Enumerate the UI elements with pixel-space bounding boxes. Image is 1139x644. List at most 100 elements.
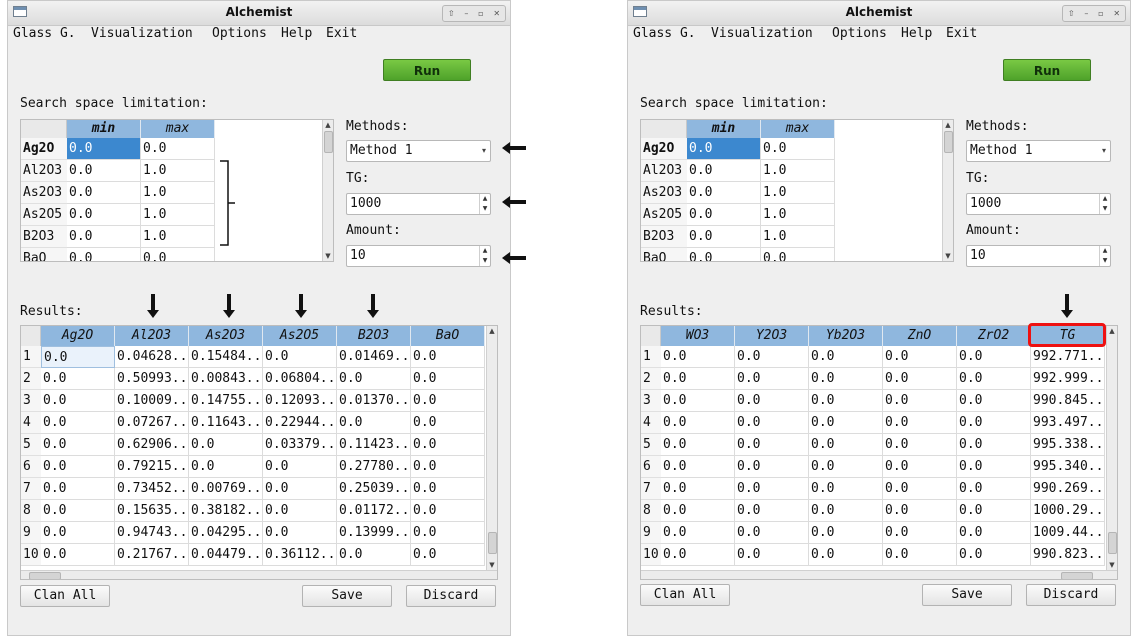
table-cell[interactable]: 0.0 [809,522,883,544]
table-cell[interactable]: 0.11423... [337,434,411,456]
vertical-scrollbar[interactable]: ▲ ▼ [322,120,333,261]
table-cell[interactable]: 0.0 [661,368,735,390]
table-cell[interactable]: 0.0 [735,478,809,500]
scroll-thumb[interactable] [1061,572,1093,579]
table-cell[interactable]: 0.01469... [337,346,411,368]
pin-icon[interactable]: ⇧ [448,9,455,18]
table-cell[interactable]: 992.771... [1031,346,1105,368]
save-button[interactable]: Save [302,585,392,607]
header-col[interactable]: WO3 [661,326,735,346]
table-cell[interactable]: 0.0 [957,346,1031,368]
maximize-icon[interactable]: ▫ [478,9,483,18]
table-cell[interactable]: 0.0 [41,412,115,434]
header-col[interactable]: As2O3 [189,326,263,346]
table-cell[interactable]: 0.06804... [263,368,337,390]
table-cell[interactable]: 0.0 [883,434,957,456]
table-cell[interactable]: 0.0 [957,412,1031,434]
amount-spinbox[interactable]: 10 ▲ ▼ [966,245,1111,267]
table-cell[interactable]: 0.73452... [115,478,189,500]
menu-exit[interactable]: Exit [326,26,357,41]
menu-exit[interactable]: Exit [946,26,977,41]
table-cell[interactable]: 0.0 [883,522,957,544]
clean-all-button[interactable]: Clan All [640,584,730,606]
header-col[interactable]: ZrO2 [957,326,1031,346]
table-cell[interactable]: 0.04628... [115,346,189,368]
cell-max[interactable]: 0.0 [761,138,835,160]
cell-max[interactable]: 1.0 [141,204,215,226]
table-cell[interactable]: 0.0 [189,434,263,456]
table-cell[interactable]: 0.27780... [337,456,411,478]
scroll-down-icon[interactable]: ▼ [487,560,497,570]
table-cell[interactable]: 0.0 [337,544,411,566]
vertical-scrollbar[interactable]: ▲ ▼ [486,326,497,570]
horizontal-scrollbar[interactable] [641,570,1117,579]
table-cell[interactable]: 0.0 [411,500,485,522]
table-cell[interactable]: 0.0 [735,412,809,434]
table-cell[interactable]: 0.0 [41,522,115,544]
scroll-up-icon[interactable]: ▲ [487,326,497,336]
table-cell[interactable]: 0.0 [735,434,809,456]
table-cell[interactable]: 0.0 [883,390,957,412]
cell-max[interactable]: 1.0 [141,226,215,248]
table-cell[interactable]: 0.0 [411,346,485,368]
cell-max[interactable]: 1.0 [761,204,835,226]
table-cell[interactable]: 0.0 [883,346,957,368]
table-cell[interactable]: 0.0 [957,456,1031,478]
vertical-scrollbar[interactable]: ▲ ▼ [1106,326,1117,570]
table-cell[interactable]: 0.50993... [115,368,189,390]
table-cell[interactable]: 995.338... [1031,434,1105,456]
header-col[interactable]: Yb2O3 [809,326,883,346]
scroll-down-icon[interactable]: ▼ [323,251,333,261]
table-cell[interactable]: 0.0 [263,346,337,368]
table-cell[interactable]: 0.0 [263,456,337,478]
table-cell[interactable]: 0.0 [809,412,883,434]
table-cell[interactable]: 0.0 [957,522,1031,544]
spin-arrows-icon[interactable]: ▲ ▼ [479,246,490,266]
window-controls[interactable]: ⇧ – ▫ ✕ [1062,5,1126,22]
table-cell[interactable]: 0.0 [263,522,337,544]
cell-min[interactable]: 0.0 [687,138,761,160]
cell-min[interactable]: 0.0 [67,138,141,160]
table-cell[interactable]: 993.497... [1031,412,1105,434]
table-cell[interactable]: 0.11643... [189,412,263,434]
cell-min[interactable]: 0.0 [687,226,761,248]
table-cell[interactable]: 0.0 [957,544,1031,566]
table-cell[interactable]: 0.0 [41,500,115,522]
menu-visualization[interactable]: Visualization [91,26,193,41]
discard-button[interactable]: Discard [1026,584,1116,606]
cell-max[interactable]: 1.0 [141,160,215,182]
table-cell[interactable]: 0.0 [41,390,115,412]
tg-spinbox[interactable]: 1000 ▲ ▼ [966,193,1111,215]
table-cell[interactable]: 0.0 [411,456,485,478]
table-cell[interactable]: 0.0 [957,500,1031,522]
table-cell[interactable]: 0.07267... [115,412,189,434]
table-cell[interactable]: 0.0 [735,544,809,566]
table-cell[interactable]: 0.0 [883,478,957,500]
table-cell[interactable]: 0.10009... [115,390,189,412]
table-cell[interactable]: 0.0 [809,500,883,522]
table-cell[interactable]: 1009.44... [1031,522,1105,544]
scroll-up-icon[interactable]: ▲ [943,120,953,130]
cell-min[interactable]: 0.0 [67,204,141,226]
table-cell[interactable]: 0.0 [411,368,485,390]
table-cell[interactable]: 0.14755... [189,390,263,412]
table-cell[interactable]: 0.0 [661,412,735,434]
table-cell[interactable]: 0.0 [661,522,735,544]
table-cell[interactable]: 0.0 [809,544,883,566]
table-cell[interactable]: 0.0 [41,346,115,368]
cell-max[interactable]: 1.0 [761,160,835,182]
header-col[interactable]: Y2O3 [735,326,809,346]
search-space-table[interactable]: min max Ag2O 0.0 0.0 Al2O3 0.0 1.0 As2O3… [640,119,954,262]
scroll-up-icon[interactable]: ▲ [323,120,333,130]
vertical-scrollbar[interactable]: ▲ ▼ [942,120,953,261]
cell-max[interactable]: 0.0 [141,138,215,160]
cell-max[interactable]: 1.0 [141,182,215,204]
table-cell[interactable]: 0.0 [661,390,735,412]
minimize-icon[interactable]: – [1084,9,1088,18]
table-cell[interactable]: 0.0 [41,544,115,566]
menu-glass[interactable]: Glass G. [633,26,696,41]
run-button[interactable]: Run [1003,59,1091,81]
table-cell[interactable]: 0.0 [735,500,809,522]
table-cell[interactable]: 0.38182... [189,500,263,522]
discard-button[interactable]: Discard [406,585,496,607]
